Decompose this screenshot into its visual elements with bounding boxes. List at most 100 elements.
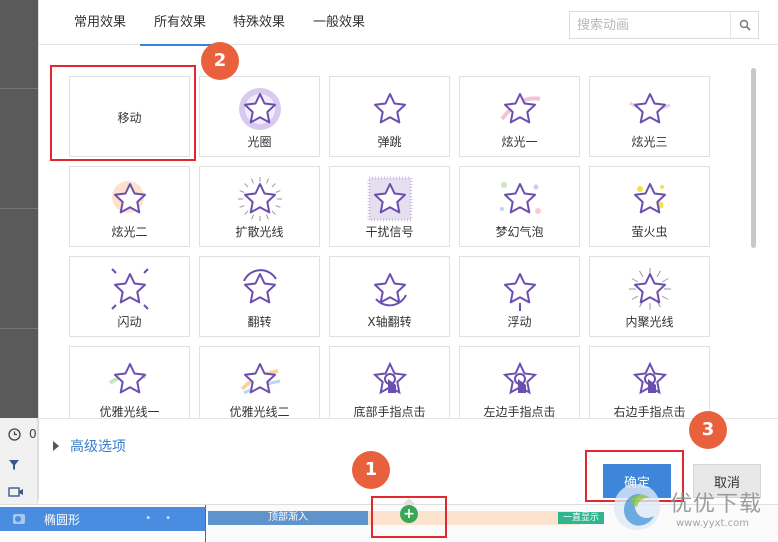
watermark-url: www.yyxt.com	[676, 518, 750, 529]
step-badge-1: 1	[352, 451, 390, 489]
tab-special[interactable]: 特殊效果	[233, 0, 285, 45]
effect-tile[interactable]: 干扰信号	[329, 166, 450, 247]
time-value: 0	[29, 427, 37, 441]
effect-tile[interactable]: 扩散光线	[199, 166, 320, 247]
star-glare-1-icon	[496, 85, 544, 133]
step-badge-3: 3	[689, 411, 727, 449]
star-glare-2-icon	[106, 175, 154, 223]
add-pointer	[402, 498, 416, 505]
effects-grid: 移动光圈 弹跳 炫光一 炫光三炫光二 扩散光线 干扰信号 梦幻气泡 萤火虫闪动 翻转 X轴翻转 浮动…	[39, 46, 778, 418]
star-diffuse-icon	[236, 175, 284, 223]
effect-tile[interactable]: 浮动	[459, 256, 580, 337]
effect-tile[interactable]: 弹跳	[329, 76, 450, 157]
effect-tile[interactable]: 移动	[69, 76, 190, 157]
effect-tile[interactable]: 优雅光线一	[69, 346, 190, 418]
finger-bottom-icon	[366, 355, 414, 403]
effect-tile[interactable]: 闪动	[69, 256, 190, 337]
effect-label: 移动	[117, 111, 142, 125]
search-input[interactable]	[570, 12, 730, 38]
camera-icon	[8, 487, 23, 497]
divider	[0, 208, 38, 209]
effect-label: 扩散光线	[235, 225, 284, 239]
layer-row[interactable]: 椭圆形 ••	[0, 507, 205, 531]
star-glare-3-icon	[626, 85, 674, 133]
star-float-icon	[496, 265, 544, 313]
effect-label: 干扰信号	[365, 225, 414, 239]
tab-common[interactable]: 常用效果	[74, 0, 126, 45]
timeline-bar-enter[interactable]: 顶部渐入	[208, 511, 368, 525]
scrollbar[interactable]	[751, 68, 756, 248]
clock-icon	[8, 427, 21, 441]
effect-tile[interactable]: 底部手指点击	[329, 346, 450, 418]
filter-row[interactable]	[0, 453, 38, 477]
effect-label: 浮动	[507, 315, 532, 329]
timeline-bar-always[interactable]: 一直显示	[558, 512, 604, 524]
filter-icon	[9, 460, 19, 470]
advanced-options-toggle[interactable]: 高级选项	[53, 437, 126, 455]
watermark-title: 优优下载	[670, 492, 763, 517]
effect-label: 优雅光线一	[99, 405, 160, 418]
effect-label: 炫光三	[631, 135, 668, 149]
effect-tile[interactable]: 炫光二	[69, 166, 190, 247]
star-xflip-icon	[366, 265, 414, 313]
effect-label: 优雅光线二	[229, 405, 290, 418]
playhead[interactable]	[205, 505, 206, 542]
search-button[interactable]	[730, 12, 758, 38]
tab-all[interactable]: 所有效果	[140, 0, 220, 46]
effect-tile[interactable]: 炫光三	[589, 76, 710, 157]
effect-label: 梦幻气泡	[495, 225, 544, 239]
watermark-logo	[614, 484, 660, 530]
star-halo-icon	[236, 85, 284, 133]
star-bounce-icon	[366, 85, 414, 133]
star-elegant-1-icon	[106, 355, 154, 403]
effect-tile[interactable]: 萤火虫	[589, 166, 710, 247]
star-flash-icon	[106, 265, 154, 313]
effect-tile[interactable]: 左边手指点击	[459, 346, 580, 418]
effect-tile[interactable]: X轴翻转	[329, 256, 450, 337]
effect-label: 闪动	[117, 315, 142, 329]
layer-name: 椭圆形	[44, 512, 81, 527]
effect-tile[interactable]: 右边手指点击	[589, 346, 710, 418]
effect-label: 弹跳	[377, 135, 402, 149]
finger-right-icon	[626, 355, 674, 403]
advanced-options-label: 高级选项	[70, 439, 126, 455]
effect-tile[interactable]: 内聚光线	[589, 256, 710, 337]
expand-triangle-icon	[53, 441, 59, 451]
layer-toggles[interactable]: ••	[145, 513, 185, 524]
effect-tile[interactable]: 翻转	[199, 256, 320, 337]
effect-label: 炫光二	[111, 225, 148, 239]
effect-tile[interactable]: 光圈	[199, 76, 320, 157]
effect-label: 炫光一	[501, 135, 538, 149]
add-animation-button[interactable]: +	[400, 505, 418, 523]
effect-label: 翻转	[247, 315, 272, 329]
finger-left-icon	[496, 355, 544, 403]
tab-general[interactable]: 一般效果	[313, 0, 365, 45]
time-row: 0	[0, 422, 38, 446]
effect-label: 右边手指点击	[613, 405, 686, 418]
effect-label: X轴翻转	[367, 315, 412, 329]
star-elegant-2-icon	[236, 355, 284, 403]
search-box	[569, 11, 759, 39]
effect-label: 萤火虫	[631, 225, 668, 239]
divider	[0, 88, 38, 89]
animation-dialog: 常用效果 所有效果 特殊效果 一般效果 移动光圈 弹跳 炫光一 炫光三炫光二 扩散光线 干…	[38, 0, 778, 500]
star-noise-icon	[366, 175, 414, 223]
camera-row[interactable]	[0, 480, 38, 504]
star-flip-icon	[236, 265, 284, 313]
star-bubble-icon	[496, 175, 544, 223]
effect-tile[interactable]: 优雅光线二	[199, 346, 320, 418]
effect-label: 光圈	[247, 135, 272, 149]
effect-tabs: 常用效果 所有效果 特殊效果 一般效果	[39, 0, 778, 46]
star-converge-icon	[626, 265, 674, 313]
effect-label: 内聚光线	[625, 315, 674, 329]
layer-icon	[13, 514, 25, 524]
effect-tile[interactable]: 炫光一	[459, 76, 580, 157]
effect-label: 左边手指点击	[483, 405, 556, 418]
star-firefly-icon	[626, 175, 674, 223]
effect-tile[interactable]: 梦幻气泡	[459, 166, 580, 247]
watermark: 优优下载 www.yyxt.com	[610, 478, 778, 542]
divider	[0, 328, 38, 329]
step-badge-2: 2	[201, 42, 239, 80]
search-icon	[739, 19, 751, 31]
effect-label: 底部手指点击	[353, 405, 426, 418]
